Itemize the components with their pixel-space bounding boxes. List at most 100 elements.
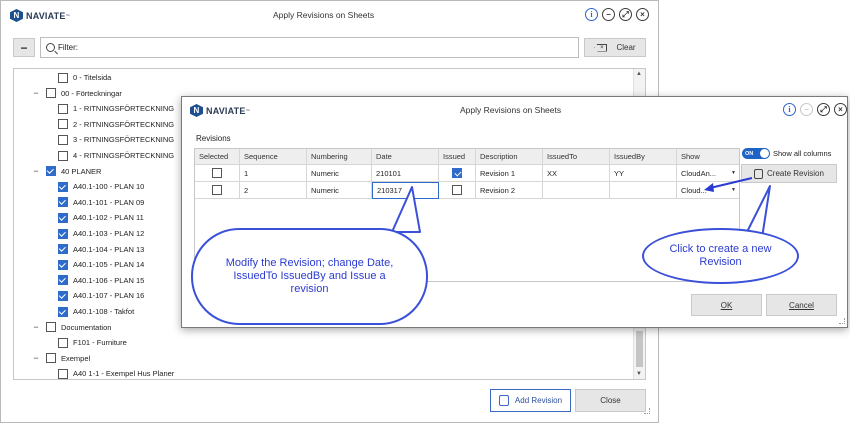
tree-item[interactable]: F101 - Furniture [44, 335, 127, 350]
tree-item-checkbox[interactable] [58, 337, 68, 348]
tree-item-checkbox[interactable] [58, 197, 68, 208]
tree-item[interactable]: − Exempel [32, 351, 90, 366]
tree-item-label: 2 - RITNINGSFÖRTECKNING [73, 119, 175, 129]
add-revision-button[interactable]: Add Revision [490, 389, 571, 412]
show-all-columns-label: Show all columns [773, 149, 832, 158]
tree-item[interactable]: A40.1-103 - PLAN 12 [44, 226, 144, 241]
ok-button[interactable]: OK [691, 294, 762, 316]
info-icon[interactable]: i [783, 103, 796, 116]
resize-grip-icon[interactable] [644, 408, 650, 414]
tree-item[interactable]: A40.1-105 - PLAN 14 [44, 257, 144, 272]
cell-show[interactable]: CloudAn... ▼ [677, 165, 739, 182]
column-header-date[interactable]: Date [372, 149, 439, 165]
collapse-icon[interactable]: − [32, 353, 40, 363]
issued-checkbox[interactable] [452, 168, 462, 178]
collapse-icon[interactable]: − [32, 322, 40, 332]
column-header-issued[interactable]: Issued [439, 149, 476, 165]
column-header-selected[interactable]: Selected [195, 149, 240, 165]
minimize-icon[interactable]: − [602, 8, 615, 21]
cell-date[interactable]: 210101 [372, 165, 439, 182]
cancel-button[interactable]: Cancel [766, 294, 837, 316]
tree-item-checkbox[interactable] [58, 368, 68, 379]
column-header-issued-to[interactable]: IssuedTo [543, 149, 610, 165]
cell-show[interactable]: Cloud... ▼ [677, 182, 739, 199]
add-revision-icon [498, 395, 509, 406]
cell-issued-to[interactable] [543, 182, 610, 199]
tree-item-checkbox[interactable] [58, 103, 68, 114]
add-revision-label: Add Revision [514, 396, 563, 405]
tree-item[interactable]: A40.1-102 - PLAN 11 [44, 210, 144, 225]
close-icon[interactable]: × [834, 103, 847, 116]
tree-item-checkbox[interactable] [58, 150, 68, 161]
restore-icon[interactable]: ⤢ [619, 8, 632, 21]
tree-item-checkbox[interactable] [46, 353, 56, 364]
tree-item[interactable]: A40.1-100 - PLAN 10 [44, 179, 144, 194]
restore-icon[interactable]: ⤢ [817, 103, 830, 116]
tree-item-checkbox[interactable] [58, 259, 68, 270]
tree-item-checkbox[interactable] [58, 275, 68, 286]
dialog-title: Apply Revisions on Sheets [460, 105, 562, 115]
close-icon[interactable]: × [636, 8, 649, 21]
tree-item[interactable]: 1 - RITNINGSFÖRTECKNING [44, 101, 174, 116]
tree-item-label: Exempel [61, 353, 91, 363]
selected-checkbox[interactable] [212, 168, 222, 178]
tree-item-checkbox[interactable] [58, 228, 68, 239]
cell-issued-to[interactable]: XX [543, 165, 610, 182]
tree-item[interactable]: A40.1-104 - PLAN 13 [44, 242, 144, 257]
tree-item[interactable]: 0 - Titelsida [44, 70, 111, 85]
collapse-all-button[interactable]: − [13, 38, 35, 57]
column-header-show[interactable]: Show [677, 149, 739, 165]
tree-item[interactable]: − Documentation [32, 320, 111, 335]
cell-description[interactable]: Revision 2 [476, 182, 543, 199]
column-header-sequence[interactable]: Sequence [240, 149, 307, 165]
tree-item-checkbox[interactable] [58, 290, 68, 301]
tree-item[interactable]: − 40 PLANER [32, 164, 101, 179]
scroll-down-icon[interactable]: ▼ [636, 371, 642, 377]
issued-checkbox[interactable] [452, 185, 462, 195]
info-icon[interactable]: i [585, 8, 598, 21]
tree-item-checkbox[interactable] [58, 134, 68, 145]
revisions-section-label: Revisions [196, 134, 231, 143]
scroll-thumb[interactable] [636, 331, 643, 367]
tree-item-checkbox[interactable] [58, 119, 68, 130]
tree-item-checkbox[interactable] [58, 212, 68, 223]
clear-button[interactable]: × Clear [584, 38, 646, 57]
date-edit-field[interactable]: 210317 [372, 182, 439, 199]
chevron-down-icon[interactable]: ▼ [731, 187, 736, 193]
tree-item-checkbox[interactable] [58, 306, 68, 317]
filter-input[interactable]: Filter: [40, 37, 579, 58]
collapse-icon[interactable]: − [32, 166, 40, 176]
tree-item-checkbox[interactable] [46, 322, 56, 333]
tree-item[interactable]: A40.1-108 - Takfot [44, 304, 134, 319]
resize-grip-icon[interactable] [839, 318, 845, 324]
cell-issued-by[interactable] [610, 182, 677, 199]
scroll-up-icon[interactable]: ▲ [636, 71, 642, 77]
tree-item-label: F101 - Furniture [73, 338, 127, 348]
tree-item-checkbox[interactable] [58, 244, 68, 255]
minimize-icon[interactable]: − [800, 103, 813, 116]
tree-item-checkbox[interactable] [46, 88, 56, 99]
tree-item-checkbox[interactable] [58, 181, 68, 192]
collapse-icon[interactable]: − [32, 88, 40, 98]
show-all-columns-toggle[interactable]: ON [742, 148, 770, 159]
tree-item-checkbox[interactable] [58, 72, 68, 83]
tree-item[interactable]: − 00 - Förteckningar [32, 86, 122, 101]
selected-checkbox[interactable] [212, 185, 222, 195]
column-header-issued-by[interactable]: IssuedBy [610, 149, 677, 165]
tree-item[interactable]: A40.1-107 - PLAN 16 [44, 288, 144, 303]
naviate-logo: N NAVIATE ™ [10, 9, 70, 22]
close-button[interactable]: Close [575, 389, 646, 412]
tree-item[interactable]: 2 - RITNINGSFÖRTECKNING [44, 117, 174, 132]
tree-item-checkbox[interactable] [46, 166, 56, 177]
chevron-down-icon[interactable]: ▼ [731, 170, 736, 176]
tree-item[interactable]: A40.1-101 - PLAN 09 [44, 195, 144, 210]
tree-item[interactable]: A40.1-106 - PLAN 15 [44, 273, 144, 288]
tree-item[interactable]: A40 1-1 - Exempel Hus Planer [44, 366, 174, 379]
tree-item[interactable]: 4 - RITNINGSFÖRTECKNING [44, 148, 174, 163]
create-revision-button[interactable]: Create Revision [741, 164, 837, 183]
cell-issued-by[interactable]: YY [610, 165, 677, 182]
tree-item[interactable]: 3 - RITNINGSFÖRTECKNING [44, 132, 174, 147]
column-header-numbering[interactable]: Numbering [307, 149, 372, 165]
cell-description[interactable]: Revision 1 [476, 165, 543, 182]
column-header-description[interactable]: Description [476, 149, 543, 165]
